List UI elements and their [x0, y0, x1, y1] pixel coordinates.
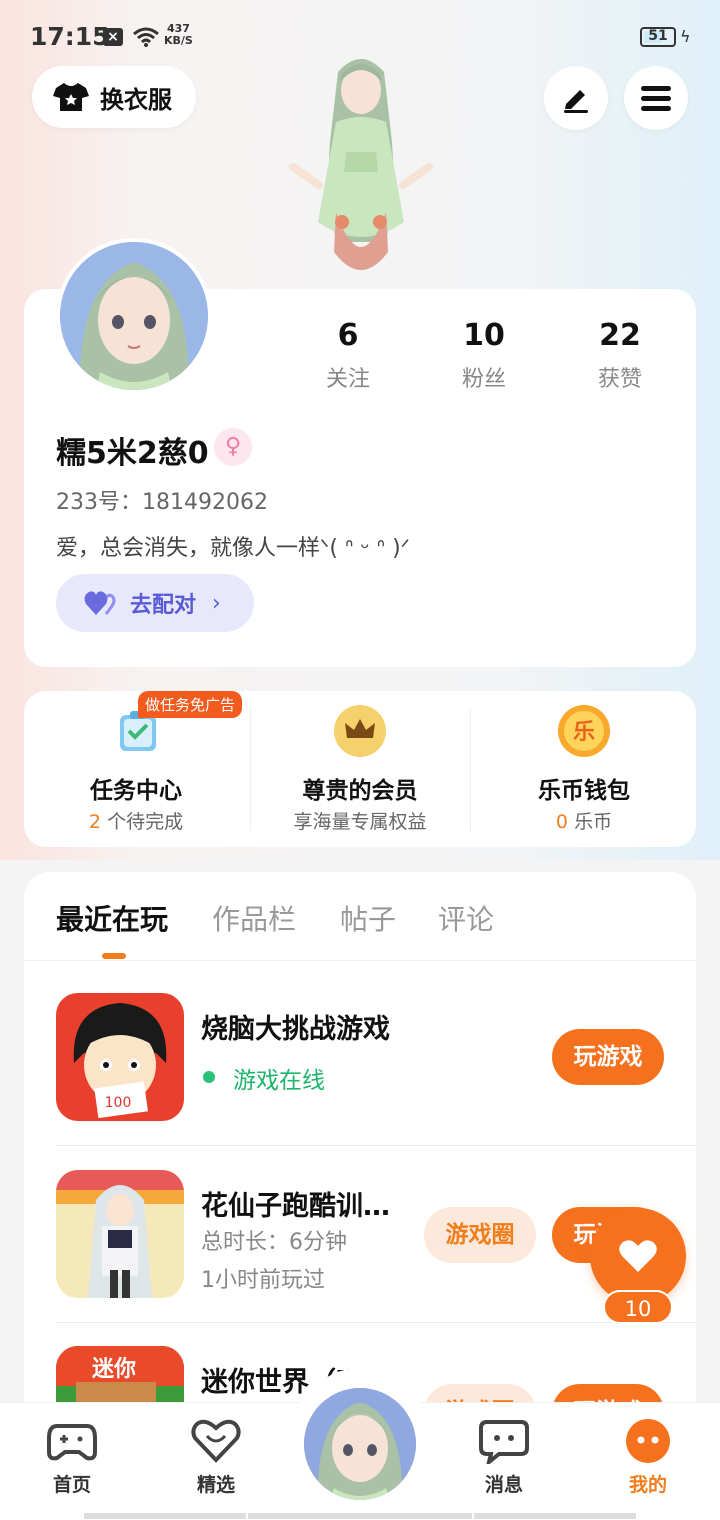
game-name: 花仙子跑酷训…: [201, 1191, 390, 1222]
coin-wallet[interactable]: 乐 乐币钱包 0 乐币: [472, 691, 696, 847]
nav-home-label: 首页: [52, 1474, 91, 1496]
change-outfit-label: 换衣服: [100, 85, 172, 114]
divider: [56, 1145, 696, 1146]
avatar-3d-figure[interactable]: [276, 52, 446, 292]
heart-chat-icon: [191, 1419, 241, 1463]
nav-messages-label: 消息: [484, 1474, 523, 1496]
nav-messages[interactable]: 消息: [459, 1418, 549, 1497]
match-label: 去配对: [130, 593, 197, 618]
stat-followers[interactable]: 10 粉丝: [424, 318, 544, 393]
stat-following[interactable]: 6 关注: [288, 318, 408, 393]
stat-likes[interactable]: 22 获赞: [560, 318, 680, 393]
nav-me-label: 我的: [628, 1474, 667, 1496]
divider: [24, 960, 696, 961]
status-time: 17:15: [30, 22, 110, 51]
game-thumbnail-art: 100: [56, 993, 184, 1121]
wifi-icon: [133, 27, 159, 47]
change-outfit-button[interactable]: 换衣服: [32, 66, 196, 128]
wallet-sub: 0 乐币: [472, 807, 696, 834]
stat-likes-count: 22: [599, 318, 641, 353]
nav-me[interactable]: 我的: [603, 1418, 693, 1497]
crown-icon: [334, 705, 386, 757]
nav-home[interactable]: 首页: [27, 1418, 117, 1497]
coin-icon-text: 乐: [573, 720, 595, 745]
menu-icon: [641, 86, 671, 111]
online-status-dot: [203, 1071, 215, 1083]
stat-following-count: 6: [337, 318, 359, 353]
game-online-status: 游戏在线: [233, 1068, 325, 1094]
me-icon: [626, 1419, 670, 1463]
avatar-portrait: [60, 242, 208, 390]
double-heart-icon: [84, 591, 116, 615]
stat-likes-label: 获赞: [597, 367, 642, 392]
thumb-score: 100: [105, 1095, 132, 1111]
task-badge: 做任务免广告: [138, 691, 243, 718]
edit-profile-button[interactable]: [544, 66, 608, 130]
game-thumbnail[interactable]: [56, 1170, 184, 1298]
stat-following-label: 关注: [325, 367, 370, 392]
tab-works[interactable]: 作品栏: [212, 898, 296, 938]
task-count: 2: [88, 811, 102, 833]
game-play-time: 总时长：6分钟: [201, 1230, 347, 1255]
female-gender-icon: ♀: [214, 428, 252, 466]
game-name: 烧脑大挑战游戏: [201, 1014, 390, 1045]
gamepad-icon: [47, 1424, 97, 1461]
nav-featured-label: 精选: [196, 1474, 235, 1496]
task-sub-text: 个待完成: [107, 811, 184, 833]
wallet-title: 乐币钱包: [538, 778, 630, 804]
gesture-bar: [474, 1513, 636, 1519]
menu-button[interactable]: [624, 66, 688, 130]
tab-posts[interactable]: 帖子: [340, 898, 396, 938]
nav-featured[interactable]: 精选: [171, 1418, 261, 1497]
tab-recent-played[interactable]: 最近在玩: [56, 898, 168, 938]
battery-percent: 51: [648, 28, 668, 44]
coin-icon: 乐: [558, 705, 610, 757]
tab-comments[interactable]: 评论: [438, 898, 494, 938]
stat-followers-count: 10: [463, 318, 505, 353]
divider: [470, 709, 471, 831]
match-button[interactable]: 去配对 ›: [56, 574, 254, 632]
task-title: 任务中心: [90, 778, 182, 804]
gesture-bar: [84, 1513, 246, 1519]
wallet-count: 0: [555, 811, 569, 833]
avatar-portrait: [304, 1388, 416, 1500]
bio: 爱，总会消失，就像人一样ᐠ( ᐢ ᵕ ᐢ )ᐟ: [56, 536, 410, 561]
shirt-icon: [53, 83, 89, 111]
battery-icon: 51: [640, 27, 676, 47]
task-center[interactable]: 做任务免广告 任务中心 2 个待完成: [24, 691, 248, 847]
stat-followers-label: 粉丝: [461, 367, 506, 392]
game-thumbnail[interactable]: 100: [56, 993, 184, 1121]
divider: [56, 1322, 696, 1323]
speed-unit: KB/S: [164, 34, 193, 47]
nickname: 糯5米2慈0: [56, 436, 209, 471]
vip-membership[interactable]: 尊贵的会员 享海量专属权益: [248, 691, 472, 847]
thumb-logo-text: 迷你: [91, 1357, 136, 1382]
play-game-button[interactable]: 玩游戏: [552, 1029, 664, 1085]
services-card: 做任务免广告 任务中心 2 个待完成 尊贵的会员 享海量专属权益 乐 乐币钱包 …: [24, 691, 696, 847]
heart-icon: [619, 1240, 657, 1272]
nav-avatar-center[interactable]: [304, 1388, 416, 1500]
notification-x-icon: ×: [103, 28, 123, 46]
network-speed: 437 KB/S: [164, 23, 193, 47]
game-last-played: 1小时前玩过: [201, 1268, 325, 1293]
gesture-bar: [248, 1513, 472, 1519]
like-count: 10: [603, 1290, 673, 1324]
pen-icon: [564, 90, 588, 113]
vip-title: 尊贵的会员: [302, 778, 418, 804]
message-icon: [479, 1420, 529, 1464]
avatar[interactable]: [56, 238, 212, 394]
wallet-sub-text: 乐币: [574, 811, 613, 833]
active-tab-indicator: [102, 953, 126, 959]
task-sub: 2 个待完成: [24, 807, 248, 834]
chevron-right-icon: ›: [212, 590, 221, 616]
charging-icon: ϟ: [680, 27, 691, 46]
game-circle-button[interactable]: 游戏圈: [424, 1207, 536, 1263]
vip-sub: 享海量专属权益: [293, 811, 427, 833]
game-thumbnail-art: [56, 1170, 184, 1298]
user-id[interactable]: 233号：181492062: [56, 484, 268, 516]
